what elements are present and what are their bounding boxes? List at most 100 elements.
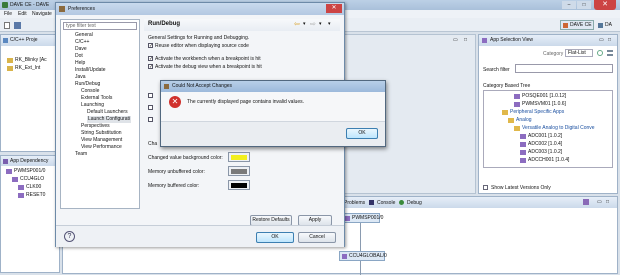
nav-help[interactable]: Help (75, 60, 85, 67)
nav-view-management[interactable]: View Management (81, 137, 122, 144)
changed-value-color-button[interactable] (228, 152, 250, 162)
search-filter-input[interactable] (515, 64, 613, 73)
reuse-editor-checkbox[interactable]: ✓ (148, 43, 153, 49)
perspective-label: DAVE CE (570, 22, 592, 28)
editor-maximize-icon[interactable]: □ (464, 37, 467, 43)
memory-buffered-color-label: Memory buffered color: (148, 183, 200, 189)
project-item-blinky[interactable]: RK_Blinky [Ac (7, 57, 47, 64)
tree-item-peripheral[interactable]: Peripheral Specific Apps (502, 109, 564, 116)
nav-run-debug[interactable]: Run/Debug (75, 81, 100, 88)
nav-string-substitution[interactable]: String Substitution (81, 130, 122, 137)
menu-file[interactable]: File (4, 11, 12, 17)
cancel-button[interactable]: Cancel (298, 232, 336, 243)
memory-buffered-color-button[interactable] (228, 180, 250, 190)
activate-debug-view-checkbox[interactable]: ✓ (148, 64, 153, 70)
alert-message: The currently displayed page contains in… (187, 99, 305, 105)
tab-debug[interactable]: Debug (404, 198, 425, 208)
dependency-node[interactable]: CLK00 (18, 184, 41, 191)
alert-ok-button[interactable]: OK (346, 128, 378, 139)
nav-install-update[interactable]: Install/Update (75, 67, 106, 74)
hidden-checkbox[interactable] (148, 117, 153, 122)
forward-arrow-icon[interactable]: ⇨ (310, 20, 316, 28)
error-icon: ✕ (169, 96, 181, 108)
minimize-button[interactable]: – (562, 1, 576, 9)
view-minimize-icon[interactable]: ▭ (599, 35, 604, 46)
app-selection-tab[interactable]: App Selection View ▭ □ (479, 35, 617, 46)
hidden-checkbox[interactable] (148, 105, 153, 110)
app-icon (514, 94, 520, 99)
perspective-2-button[interactable]: DA (597, 20, 619, 30)
view-maximize-icon[interactable]: □ (606, 199, 609, 205)
app-icon (345, 216, 350, 221)
alert-window-icon (164, 84, 169, 89)
refresh-icon[interactable] (597, 50, 603, 56)
view-menu-icon[interactable] (583, 199, 589, 205)
app-icon (18, 185, 24, 190)
page-menu-icon[interactable]: ▾ (328, 21, 331, 27)
preferences-close-button[interactable]: ✕ (326, 4, 342, 13)
project-explorer-tab[interactable]: C/C++ Proje (1, 35, 59, 46)
nav-external-tools[interactable]: External Tools (81, 95, 112, 102)
back-arrow-icon[interactable]: ⇦ (294, 20, 300, 28)
maximize-button[interactable]: □ (577, 1, 591, 9)
help-icon[interactable]: ? (64, 231, 75, 242)
graph-node-ccu4global[interactable]: CCU4GLOBAL/0 (339, 251, 387, 261)
tree-item-analog[interactable]: Analog (508, 117, 532, 124)
app-dependency-tab[interactable]: App Dependency (1, 156, 59, 166)
view-maximize-icon[interactable]: □ (608, 35, 611, 46)
view-minimize-icon[interactable]: ▭ (597, 199, 602, 205)
memory-unbuffered-color-label: Memory unbuffered color: (148, 169, 205, 175)
tree-item-vadc[interactable]: Versatile Analog to Digital Conve (514, 125, 595, 132)
nav-default-launchers[interactable]: Default Launchers (87, 109, 128, 116)
tree-item-pwmsvm[interactable]: PWMSVM01 [1.0.6] (514, 101, 566, 108)
tree-item-adc003[interactable]: ADC003 [1.0.2] (520, 149, 562, 156)
dependency-node[interactable]: RESET0 (18, 192, 45, 199)
nav-view-performance[interactable]: View Performance (81, 144, 122, 151)
nav-console[interactable]: Console (81, 88, 99, 95)
category-tree-label: Category Based Tree (483, 83, 531, 89)
tab-console[interactable]: Console (374, 198, 398, 208)
tree-label: Peripheral Specific Apps (510, 109, 565, 115)
page-header: Run/Debug ⇦ ▾ ⇨ ▾ ▾ (144, 19, 340, 31)
category-select[interactable]: Flat-List (565, 49, 593, 57)
nav-java[interactable]: Java (75, 74, 86, 81)
nav-team[interactable]: Team (75, 151, 87, 158)
show-latest-checkbox[interactable] (483, 185, 488, 190)
tree-item-adc001[interactable]: ADC001 [1.0.2] (520, 133, 562, 140)
tab-problems[interactable]: Problems (341, 198, 368, 208)
nav-general[interactable]: General (75, 32, 93, 39)
dependency-node[interactable]: PWMSP001/0 (6, 168, 45, 175)
filter-input[interactable]: type filter text (63, 22, 137, 30)
project-explorer-title: C/C++ Proje (10, 37, 38, 43)
memory-unbuffered-swatch (231, 169, 247, 174)
project-item-ext-int[interactable]: RK_Ext_Int (7, 65, 40, 72)
graph-node-pwmsp[interactable]: PWMSP001/0 (342, 213, 383, 223)
preferences-footer: ? OK Cancel (56, 225, 344, 247)
nav-dot[interactable]: Dot (75, 53, 83, 60)
forward-dropdown-icon[interactable]: ▾ (319, 21, 322, 27)
close-window-button[interactable]: ✕ (594, 0, 616, 10)
editor-minimize-icon[interactable]: ▭ (453, 37, 458, 43)
dependency-label: RESET0 (26, 192, 46, 198)
graph-edge (360, 223, 361, 251)
nav-dave[interactable]: Dave (75, 46, 87, 53)
menu-navigate[interactable]: Navigate (32, 11, 52, 17)
memory-unbuffered-color-button[interactable] (228, 166, 250, 176)
nav-perspectives[interactable]: Perspectives (81, 123, 110, 130)
back-dropdown-icon[interactable]: ▾ (303, 21, 306, 27)
nav-cpp[interactable]: C/C++ (75, 39, 89, 46)
nav-launch-configurations[interactable]: Launch Configurati (87, 116, 131, 123)
perspective-button[interactable]: DAVE CE (560, 20, 594, 30)
save-icon[interactable] (14, 22, 21, 29)
activate-workbench-checkbox[interactable]: ✓ (148, 56, 153, 62)
nav-launching[interactable]: Launching (81, 102, 104, 109)
menu-icon[interactable] (607, 50, 613, 56)
new-file-icon[interactable] (4, 22, 10, 29)
dependency-node[interactable]: CCU4GLO (12, 176, 44, 183)
tree-item-adc002[interactable]: ADC002 [1.0.4] (520, 141, 562, 148)
menu-edit[interactable]: Edit (18, 11, 27, 17)
hidden-checkbox[interactable] (148, 93, 153, 98)
ok-button[interactable]: OK (256, 232, 294, 243)
tree-item-adcch001[interactable]: ADCCH001 [1.0.4] (520, 157, 569, 164)
tree-item-posqe[interactable]: POSQE001 [1.0.12] (514, 93, 566, 100)
